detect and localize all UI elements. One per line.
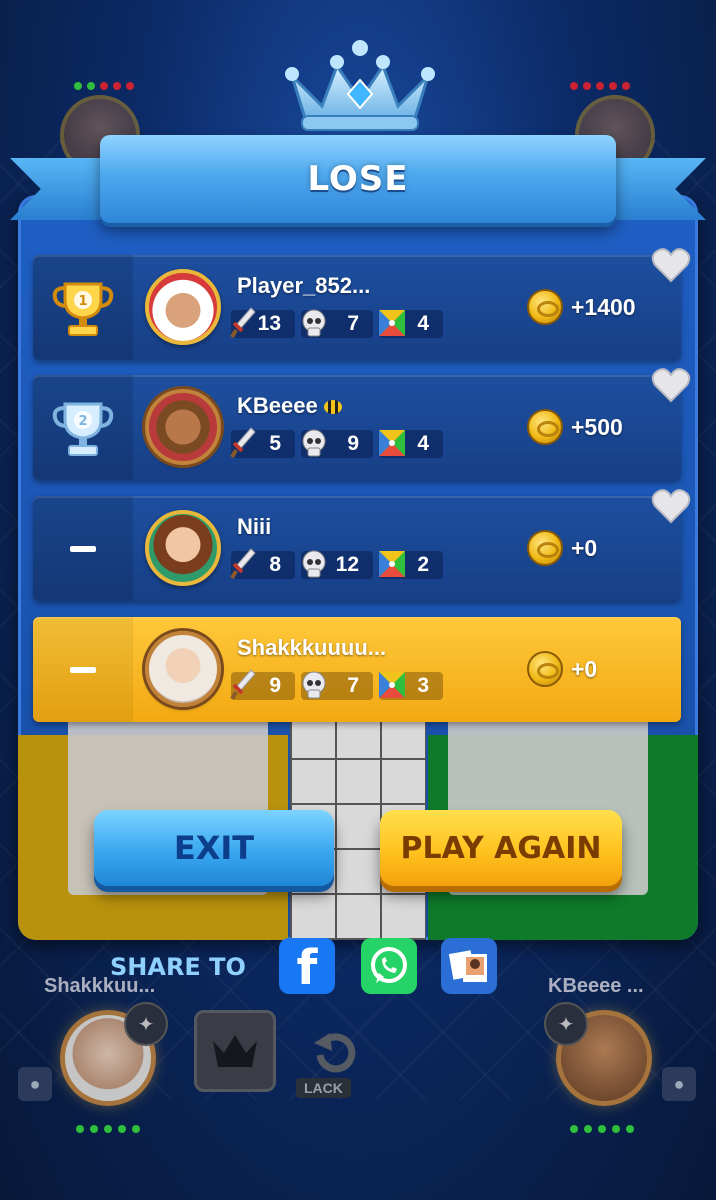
like-heart-icon[interactable] <box>651 367 691 403</box>
player-row: Niii 8 12 2 +0 <box>33 489 691 601</box>
ludo-board-icon <box>379 672 405 698</box>
magic-wand-icon-right[interactable]: ✦ <box>544 1002 588 1046</box>
skull-stat: 7 <box>301 309 373 338</box>
player-avatar[interactable] <box>145 269 221 345</box>
exit-button[interactable]: EXIT <box>94 810 334 886</box>
reward-amount: +0 <box>571 655 598 682</box>
svg-text:2: 2 <box>78 414 87 429</box>
rank-badge <box>33 617 133 722</box>
skull-icon <box>302 309 326 337</box>
status-dots-bottom-right <box>570 1125 634 1133</box>
like-heart-icon[interactable] <box>651 488 691 524</box>
player-row: Shakkkuuuu... 9 7 3 +0 <box>33 617 681 722</box>
sword-stat: 13 <box>230 307 295 338</box>
microphone-icon-left[interactable]: ● <box>18 1067 52 1101</box>
whatsapp-share-button[interactable] <box>361 938 417 994</box>
reward-amount: +0 <box>571 534 598 561</box>
board-stat: 2 <box>379 551 443 579</box>
rank-badge: 1 <box>33 255 133 360</box>
bee-icon <box>323 400 342 415</box>
ludo-board-icon <box>379 430 405 456</box>
player-row: 2 KBeeee 5 9 4 +500 <box>33 368 691 480</box>
player-stats: 5 9 4 <box>230 427 443 458</box>
dice-box[interactable] <box>194 1010 276 1092</box>
skull-stat: 12 <box>301 550 373 579</box>
crown-icon <box>285 40 435 131</box>
sword-stat: 5 <box>230 427 295 458</box>
facebook-icon: f <box>296 940 318 994</box>
sword-icon <box>230 548 256 579</box>
status-dots-top-right <box>570 82 630 90</box>
result-title: LOSE <box>307 159 409 199</box>
facebook-share-button[interactable]: f <box>279 938 335 994</box>
coin-icon <box>527 530 563 566</box>
microphone-icon-right[interactable]: ● <box>662 1067 696 1101</box>
player-row: 1 Player_852... 13 7 4 +1400 <box>33 248 691 360</box>
player-stats: 13 7 4 <box>230 307 443 338</box>
coin-icon <box>527 409 563 445</box>
status-dots-bottom-left <box>76 1125 140 1133</box>
coin-reward: +0 <box>527 530 597 566</box>
gold-trophy-icon: 1 <box>52 282 114 336</box>
board-stat: 3 <box>379 672 443 700</box>
bottom-right-player-name: KBeeee ... <box>548 975 644 997</box>
board-stat: 4 <box>379 310 443 338</box>
reward-amount: +1400 <box>571 293 636 320</box>
photos-share-button[interactable] <box>441 938 497 994</box>
skull-stat: 7 <box>301 671 373 700</box>
coin-icon <box>527 651 563 687</box>
sword-icon <box>230 307 256 338</box>
skull-icon <box>302 550 326 578</box>
photos-icon <box>448 950 487 982</box>
player-avatar[interactable] <box>145 510 221 586</box>
player-avatar[interactable] <box>145 389 221 465</box>
rank-dash <box>70 545 96 552</box>
skull-stat: 9 <box>301 429 373 458</box>
sword-icon <box>230 427 256 458</box>
bottom-left-player-name: Shakkkuu... <box>44 975 156 997</box>
board-stat: 4 <box>379 430 443 458</box>
lack-label: LACK <box>296 1078 351 1098</box>
sword-stat: 8 <box>230 548 295 579</box>
player-stats: 9 7 3 <box>230 669 443 700</box>
player-name: Niii <box>237 514 272 539</box>
skull-icon <box>302 671 326 699</box>
svg-text:1: 1 <box>78 294 87 309</box>
silver-trophy-icon: 2 <box>52 402 114 456</box>
reward-amount: +500 <box>571 413 623 440</box>
rank-dash <box>70 666 96 673</box>
rank-badge: 2 <box>33 375 133 480</box>
coin-reward: +0 <box>527 651 597 687</box>
player-stats: 8 12 2 <box>230 548 443 579</box>
result-ribbon: LOSE <box>100 135 616 223</box>
play-again-button[interactable]: PLAY AGAIN <box>380 810 622 886</box>
status-dots-top-left <box>74 82 134 90</box>
sword-icon <box>230 669 256 700</box>
player-name: KBeeee <box>237 393 342 419</box>
sword-stat: 9 <box>230 669 295 700</box>
skull-icon <box>302 429 326 457</box>
coin-reward: +500 <box>527 409 623 445</box>
ludo-board-icon <box>379 551 405 577</box>
player-name: Shakkkuuuu... <box>237 635 387 660</box>
coin-icon <box>527 289 563 325</box>
rank-badge <box>33 496 133 601</box>
player-name: Player_852... <box>237 273 371 298</box>
king-crown-icon <box>213 1035 257 1067</box>
magic-wand-icon[interactable]: ✦ <box>124 1002 168 1046</box>
undo-icon[interactable] <box>306 1025 364 1083</box>
player-avatar[interactable] <box>145 631 221 707</box>
coin-reward: +1400 <box>527 289 636 325</box>
whatsapp-icon <box>371 947 407 983</box>
ludo-board-icon <box>379 310 405 336</box>
like-heart-icon[interactable] <box>651 247 691 283</box>
